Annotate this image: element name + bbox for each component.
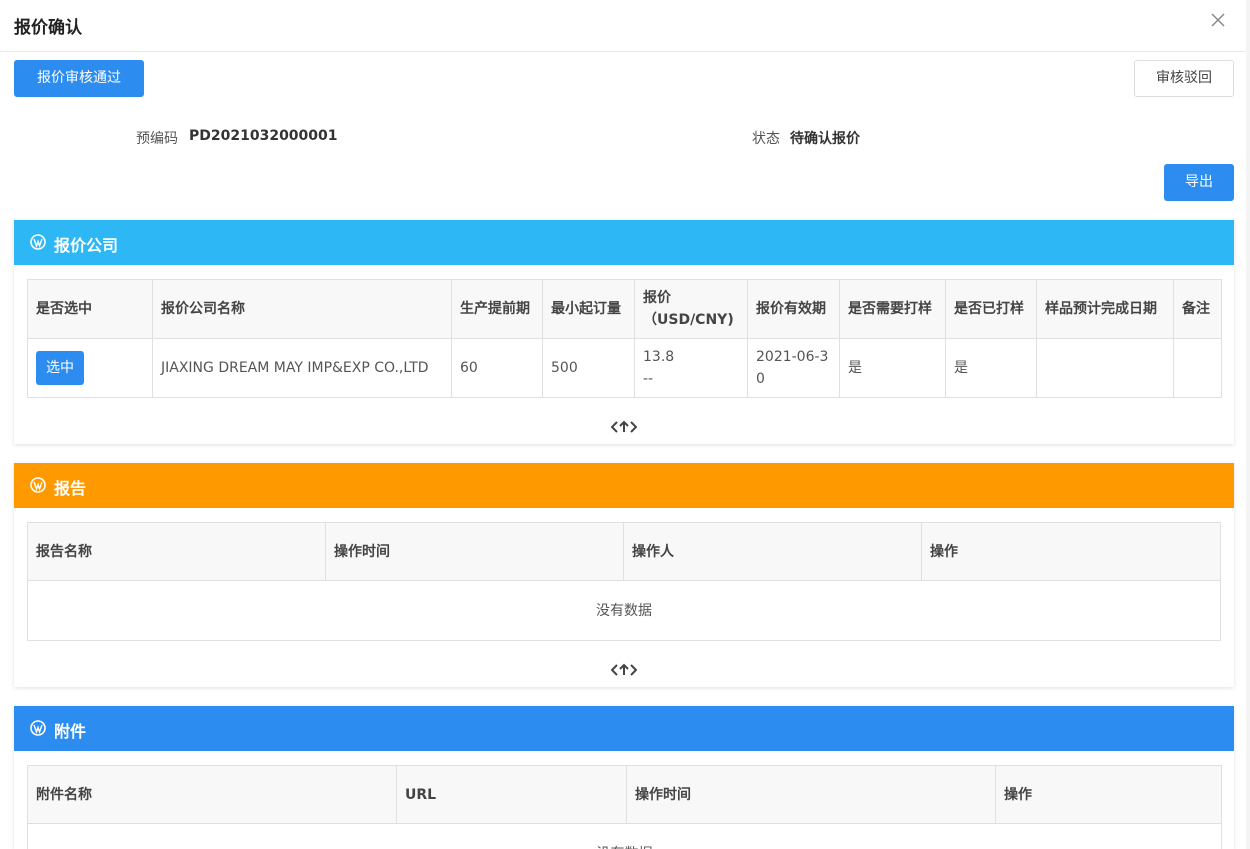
price-cny: -- [643, 371, 654, 387]
modal-header: 报价确认 [0, 0, 1250, 52]
column-header: 报价公司名称 [152, 279, 452, 339]
scrollbar[interactable] [1246, 0, 1250, 849]
quote-confirm-modal: 报价确认 报价审核通过 审核驳回 预编码 PD2021032000001 状态 … [0, 0, 1250, 849]
column-header: 操作时间 [325, 522, 624, 581]
column-header: 操作 [995, 765, 1222, 824]
company-table: 是否选中 报价公司名称 生产提前期 最小起订量 报价（USD/CNY) 报价有效… [27, 279, 1222, 398]
table-header-row: 附件名称 URL 操作时间 操作 [27, 765, 1222, 824]
column-header: URL [396, 765, 627, 824]
column-header: 报价（USD/CNY) [634, 279, 748, 339]
code-value: PD2021032000001 [189, 128, 338, 144]
table-header-row: 是否选中 报价公司名称 生产提前期 最小起订量 报价（USD/CNY) 报价有效… [27, 279, 1222, 339]
attachment-panel: 附件 附件名称 URL 操作时间 操作 没有数据 [14, 706, 1234, 849]
empty-text: 没有数据 [27, 580, 1221, 641]
report-panel-title: 报告 [54, 479, 87, 498]
need-sample-cell: 是 [839, 338, 946, 398]
remark-cell [1173, 338, 1222, 398]
sample-date-cell [1036, 338, 1174, 398]
column-header: 操作人 [623, 522, 922, 581]
column-header: 报价有效期 [747, 279, 840, 339]
price-cell: 13.8 -- [634, 338, 748, 398]
empty-row: 没有数据 [27, 823, 1222, 849]
select-button[interactable]: 选中 [36, 351, 84, 385]
sampled-cell: 是 [945, 338, 1037, 398]
column-header: 是否需要打样 [839, 279, 946, 339]
column-header: 报告名称 [27, 522, 326, 581]
company-panel-header: 报价公司 [14, 220, 1234, 265]
empty-row: 没有数据 [27, 580, 1221, 641]
code-label: 预编码 [136, 131, 178, 147]
reject-review-button[interactable]: 审核驳回 [1134, 60, 1234, 97]
report-panel: 报告 报告名称 操作时间 操作人 操作 没有数据 [14, 463, 1234, 687]
wordpress-icon [30, 720, 46, 736]
company-panel: 报价公司 是否选中 报价公司名称 生产提前期 最小起订量 报价（USD/CNY)… [14, 220, 1234, 444]
wordpress-icon [30, 234, 46, 250]
company-name-cell: JIAXING DREAM MAY IMP&EXP CO.,LTD [152, 338, 452, 398]
valid-until-cell: 2021-06-30 [747, 338, 840, 398]
company-panel-title: 报价公司 [54, 236, 119, 255]
column-header: 生产提前期 [451, 279, 543, 339]
table-header-row: 报告名称 操作时间 操作人 操作 [27, 522, 1221, 581]
price-usd: 13.8 [643, 349, 675, 365]
column-header: 样品预计完成日期 [1036, 279, 1174, 339]
column-header: 操作时间 [626, 765, 996, 824]
column-header: 是否已打样 [945, 279, 1037, 339]
status-label: 状态 [752, 131, 780, 147]
moq-cell: 500 [542, 338, 635, 398]
attachment-panel-title: 附件 [54, 722, 87, 741]
attachment-panel-header: 附件 [14, 706, 1234, 751]
column-header: 附件名称 [27, 765, 397, 824]
expand-collapse-icon[interactable] [611, 420, 637, 434]
report-panel-header: 报告 [14, 463, 1234, 508]
lead-time-cell: 60 [451, 338, 543, 398]
column-header: 操作 [921, 522, 1221, 581]
column-header: 是否选中 [27, 279, 153, 339]
table-row: 选中 JIAXING DREAM MAY IMP&EXP CO.,LTD 60 … [27, 338, 1222, 398]
select-cell: 选中 [27, 338, 153, 398]
column-header: 备注 [1173, 279, 1222, 339]
report-table: 报告名称 操作时间 操作人 操作 没有数据 [27, 522, 1221, 641]
approve-quote-button[interactable]: 报价审核通过 [14, 60, 144, 97]
close-icon[interactable] [1208, 10, 1228, 30]
expand-collapse-icon[interactable] [611, 663, 637, 677]
column-header: 最小起订量 [542, 279, 635, 339]
attachment-table: 附件名称 URL 操作时间 操作 没有数据 [27, 765, 1222, 849]
wordpress-icon [30, 477, 46, 493]
export-button[interactable]: 导出 [1164, 164, 1234, 201]
status-value: 待确认报价 [790, 131, 860, 147]
empty-text: 没有数据 [27, 823, 1222, 849]
modal-title: 报价确认 [14, 18, 82, 38]
